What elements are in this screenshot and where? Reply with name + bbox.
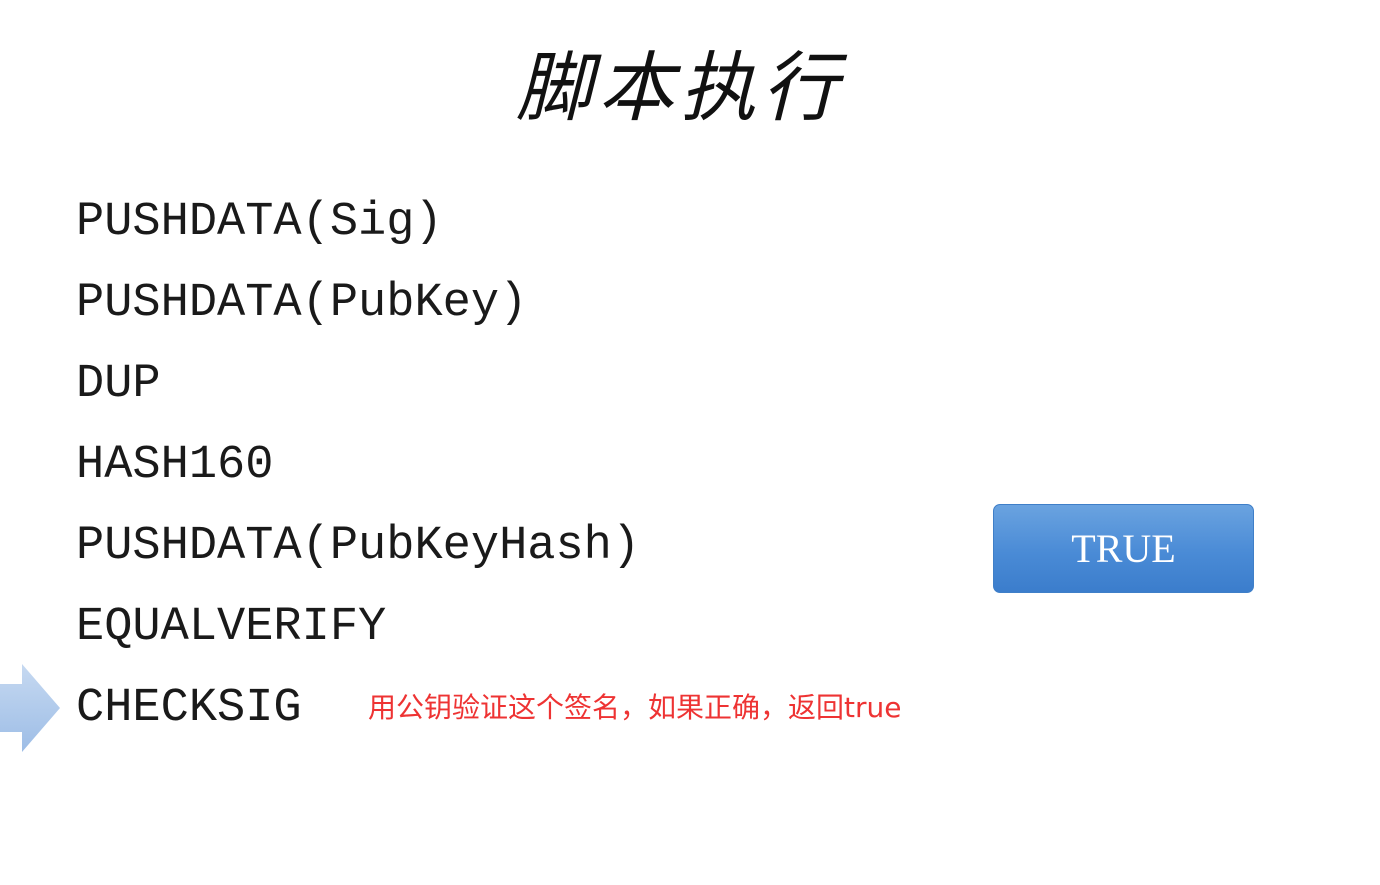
- script-op: EQUALVERIFY: [76, 601, 387, 654]
- right-arrow-icon: [0, 664, 60, 752]
- script-op: PUSHDATA(Sig): [76, 196, 443, 249]
- stack-result-label: TRUE: [1071, 526, 1176, 571]
- current-op-note: 用公钥验证这个签名，如果正确，返回true: [368, 691, 902, 724]
- script-op: DUP: [76, 358, 161, 411]
- script-op-list: PUSHDATA(Sig) PUSHDATA(PubKey) DUP HASH1…: [76, 182, 640, 749]
- slide-title: 脚本执行: [516, 43, 844, 132]
- stack-result-box: TRUE: [993, 504, 1254, 593]
- script-op: PUSHDATA(PubKey): [76, 277, 528, 330]
- script-op: HASH160: [76, 439, 274, 492]
- slide: 脚本执行 PUSHDATA(Sig) PUSHDATA(PubKey) DUP …: [0, 0, 1380, 885]
- script-op: PUSHDATA(PubKeyHash): [76, 520, 641, 573]
